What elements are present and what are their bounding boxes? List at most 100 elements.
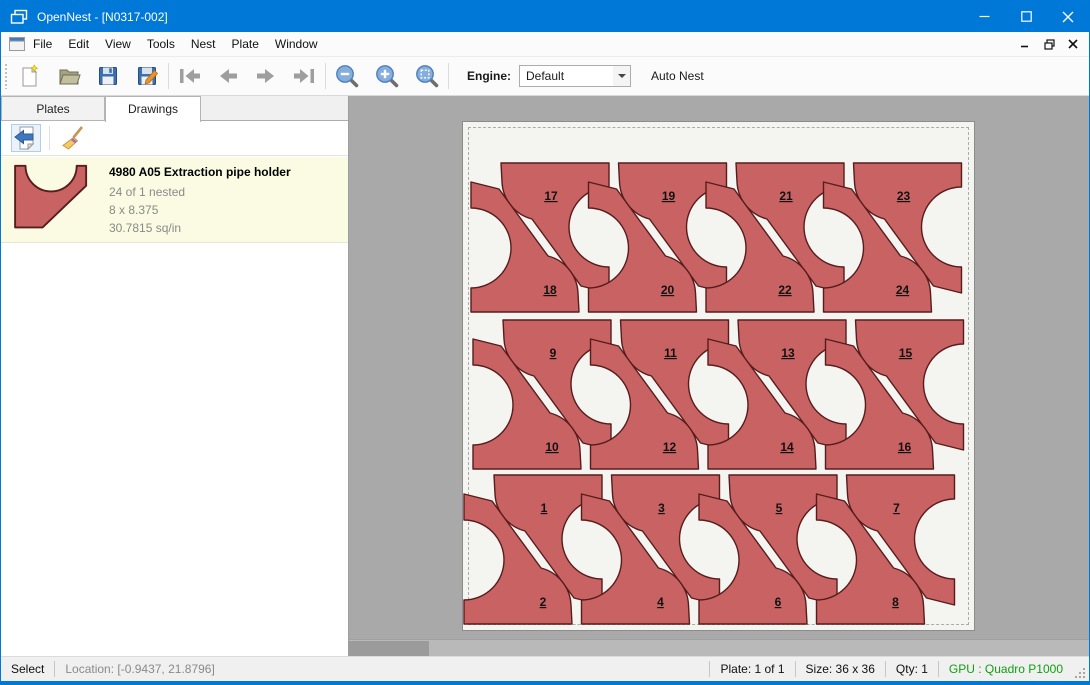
- status-mode: Select: [11, 662, 44, 676]
- nested-parts-layer: 171819202122232491011121314151612345678: [462, 121, 975, 631]
- minimize-icon: [979, 11, 990, 22]
- broom-icon: [60, 125, 86, 151]
- menu-view[interactable]: View: [97, 32, 139, 56]
- save-icon: [96, 64, 120, 88]
- horizontal-scrollbar[interactable]: [349, 639, 1089, 656]
- part-number-label: 4: [657, 595, 664, 609]
- new-document-icon: [18, 64, 42, 88]
- status-separator: [938, 661, 939, 677]
- open-folder-icon: [57, 64, 81, 88]
- window-minimize-button[interactable]: [963, 1, 1005, 32]
- window-title: OpenNest - [N0317-002]: [37, 10, 168, 24]
- status-qty: Qty: 1: [896, 662, 928, 676]
- part-number-label: 6: [775, 595, 782, 609]
- part-number-label: 1: [541, 501, 548, 515]
- resize-grip[interactable]: [1071, 664, 1087, 680]
- menu-file[interactable]: File: [25, 32, 60, 56]
- part-number-label: 12: [663, 440, 677, 454]
- toolbar-separator: [168, 63, 169, 89]
- mdi-document-icon: [9, 37, 25, 51]
- save-button[interactable]: [93, 61, 123, 91]
- part-number-label: 20: [661, 283, 675, 297]
- tab-strip: Plates Drawings: [1, 96, 348, 121]
- part-number-label: 8: [892, 595, 899, 609]
- engine-selected-value: Default: [520, 69, 613, 83]
- open-button[interactable]: [54, 61, 84, 91]
- menu-window[interactable]: Window: [267, 32, 326, 56]
- menu-edit[interactable]: Edit: [60, 32, 97, 56]
- zoom-out-button[interactable]: [332, 61, 362, 91]
- maximize-icon: [1021, 11, 1032, 22]
- part-number-label: 5: [776, 501, 783, 515]
- drawing-list: 4980 A05 Extraction pipe holder 24 of 1 …: [1, 157, 348, 656]
- toolbar-separator: [325, 63, 326, 89]
- part-number-label: 10: [545, 440, 559, 454]
- panel-separator: [49, 126, 50, 150]
- close-icon: [1062, 11, 1074, 23]
- tab-drawings[interactable]: Drawings: [105, 96, 201, 122]
- part-number-label: 7: [893, 501, 900, 515]
- first-plate-button[interactable]: [175, 61, 205, 91]
- title-bar: OpenNest - [N0317-002]: [1, 1, 1089, 32]
- drawing-list-item[interactable]: 4980 A05 Extraction pipe holder 24 of 1 …: [1, 157, 348, 243]
- part-number-label: 23: [897, 189, 911, 203]
- last-plate-button[interactable]: [289, 61, 319, 91]
- drawing-item-area: 30.7815 sq/in: [109, 219, 291, 237]
- chevron-down-icon: [618, 74, 626, 78]
- menu-plate[interactable]: Plate: [224, 32, 267, 56]
- part-number-label: 19: [662, 189, 676, 203]
- next-arrow-icon: [255, 67, 277, 85]
- status-separator: [795, 661, 796, 677]
- zoom-fit-button[interactable]: [412, 61, 442, 91]
- engine-label: Engine:: [467, 69, 511, 83]
- status-plate: Plate: 1 of 1: [720, 662, 784, 676]
- save-as-button[interactable]: [132, 61, 162, 91]
- status-separator: [885, 661, 886, 677]
- nest-canvas[interactable]: 171819202122232491011121314151612345678: [349, 96, 1089, 656]
- tab-plates[interactable]: Plates: [1, 96, 105, 121]
- window-close-button[interactable]: [1047, 1, 1089, 32]
- menu-nest[interactable]: Nest: [183, 32, 224, 56]
- status-location: Location: [-0.9437, 21.8796]: [65, 662, 214, 676]
- part-number-label: 2: [540, 595, 547, 609]
- menu-bar: File Edit View Tools Nest Plate Window: [1, 32, 1089, 57]
- zoom-in-button[interactable]: [372, 61, 402, 91]
- toolbar-grip[interactable]: [4, 63, 9, 89]
- part-number-label: 13: [781, 346, 795, 360]
- status-size: Size: 36 x 36: [806, 662, 875, 676]
- previous-arrow-icon: [217, 67, 239, 85]
- mdi-close-icon: [1068, 39, 1078, 49]
- mdi-restore-icon: [1044, 39, 1055, 50]
- mdi-close-button[interactable]: [1061, 32, 1085, 56]
- import-drawing-button[interactable]: [11, 124, 41, 152]
- horizontal-scrollbar-thumb[interactable]: [349, 641, 429, 656]
- import-drawing-icon: [13, 125, 39, 151]
- main-toolbar: Engine: Default Auto Nest: [1, 57, 1089, 96]
- part-thumbnail: [9, 163, 97, 235]
- status-separator: [54, 661, 55, 677]
- mdi-restore-button[interactable]: [1037, 32, 1061, 56]
- menu-tools[interactable]: Tools: [139, 32, 183, 56]
- part-number-label: 15: [899, 346, 913, 360]
- drawing-item-title: 4980 A05 Extraction pipe holder: [109, 165, 291, 179]
- part-number-label: 24: [896, 283, 910, 297]
- new-button[interactable]: [15, 61, 45, 91]
- drawing-item-text: 4980 A05 Extraction pipe holder 24 of 1 …: [109, 163, 291, 236]
- combo-arrow-button[interactable]: [613, 66, 630, 86]
- previous-plate-button[interactable]: [213, 61, 243, 91]
- drawing-item-size: 8 x 8.375: [109, 201, 291, 219]
- status-separator: [709, 661, 710, 677]
- toolbar-separator: [448, 63, 449, 89]
- mdi-minimize-icon: [1020, 39, 1030, 49]
- main-area: Plates Drawings: [1, 96, 1089, 656]
- auto-nest-button[interactable]: Auto Nest: [645, 65, 710, 87]
- engine-select[interactable]: Default: [519, 65, 631, 87]
- clean-drawings-button[interactable]: [58, 124, 88, 152]
- window-maximize-button[interactable]: [1005, 1, 1047, 32]
- next-plate-button[interactable]: [251, 61, 281, 91]
- part-number-label: 14: [780, 440, 794, 454]
- part-number-label: 9: [550, 346, 557, 360]
- status-bar: Select Location: [-0.9437, 21.8796] Plat…: [1, 656, 1089, 684]
- mdi-minimize-button[interactable]: [1013, 32, 1037, 56]
- part-number-label: 21: [779, 189, 793, 203]
